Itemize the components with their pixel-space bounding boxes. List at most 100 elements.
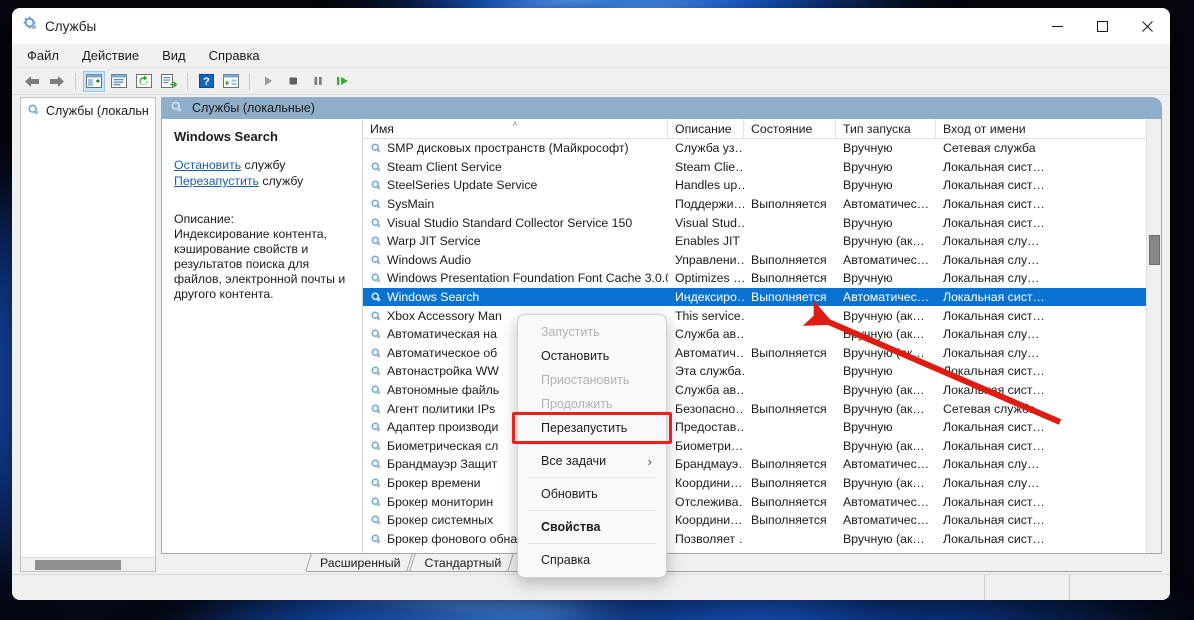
ctx-refresh[interactable]: Обновить [518,482,666,506]
ctx-all-tasks[interactable]: Все задачи [518,449,666,473]
cell-name: SteelSeries Update Service [363,178,668,192]
show-hide-tree-icon[interactable] [83,70,105,92]
table-row[interactable]: Брокер фонового обнаружения DevQuery Позв… [363,529,1161,548]
cell-description: Брандмауэ… [675,457,744,472]
menu-item-label: Остановить [541,349,610,363]
menu-help[interactable]: Справка [206,46,263,65]
table-row[interactable]: Брокер мониторин Отслежива… Выполняется Авт… [363,492,1161,511]
list-scrollbar-thumb[interactable] [1149,235,1160,265]
column-header-0[interactable]: ˄ Имя [363,119,668,138]
service-name-text: Windows Presentation Foundation Font Cac… [387,271,668,286]
service-name-text: Steam Client Service [387,159,502,174]
cell-name: Windows Audio [363,253,668,267]
ctx-stop[interactable]: Остановить [518,344,666,368]
table-row[interactable]: Windows Presentation Foundation Font Cac… [363,269,1161,288]
pane-header: Службы (локальные) [161,97,1162,119]
table-row[interactable]: Брокер времени Координи… Выполняется Вручну… [363,474,1161,493]
menu-action[interactable]: Действие [79,46,142,65]
cell-logon: Локальная сист… [943,513,1045,528]
table-row[interactable]: SMP дисковых пространств (Майкрософт) Слу… [363,139,1161,158]
menu-view[interactable]: Вид [159,46,189,65]
maximize-button[interactable] [1080,8,1125,44]
service-gear-icon [370,477,382,489]
cell-description: Позволяет … [675,531,744,546]
tree-item-services-local[interactable]: Службы (локальн [21,98,155,124]
cell-state: Выполняется [751,345,827,360]
cell-logon: Локальная слу… [943,475,1040,490]
column-header-4[interactable]: Вход от имени [936,119,1161,138]
table-row[interactable]: Windows Audio Управлени… Выполняется Автома… [363,251,1161,270]
stop-service-icon[interactable] [282,71,304,92]
menu-file[interactable]: Файл [24,46,62,65]
table-row[interactable]: Автоматическая на Служба ав… Вручную (ак… Л… [363,325,1161,344]
service-name-text: Биометрическая сл [387,438,499,453]
properties-icon[interactable] [108,71,130,92]
pause-service-icon[interactable] [307,71,329,92]
service-gear-icon [370,179,382,191]
table-row[interactable]: Windows Search Индексиро… Выполняется Автом… [363,287,1161,307]
cell-startup: Автоматичес… [843,197,930,212]
service-gear-icon [370,161,382,173]
tab-standard[interactable]: Стандартный [410,556,512,572]
table-row[interactable]: Автоматическое об Автоматич… Выполняется Вр… [363,344,1161,363]
cell-startup: Вручную [843,420,893,435]
table-row[interactable]: SteelSeries Update Service Handles up… Вру… [363,176,1161,195]
service-name-text: Visual Studio Standard Collector Service… [387,215,633,230]
cell-name: Windows Search [363,290,668,304]
cell-name: Warp JIT Service [363,234,668,248]
column-header-3[interactable]: Тип запуска [836,119,936,138]
restart-service-suffix: службу [258,174,304,188]
cell-startup: Вручную (ак… [843,308,925,323]
ctx-restart[interactable]: Перезапустить [512,412,672,444]
table-row[interactable]: Биометрическая сл Биометри… Вручную (ак… Ло… [363,437,1161,456]
menu-separator [528,444,656,445]
table-row[interactable]: Xbox Accessory Man This service… Вручную (… [363,306,1161,325]
close-button[interactable] [1125,8,1170,44]
show-action-pane-icon[interactable] [220,71,242,92]
column-header-2[interactable]: Состояние [744,119,836,138]
cell-startup: Вручную [843,364,893,379]
table-row[interactable]: Автономные файль Служба ав… Вручную (ак… Ло… [363,381,1161,400]
table-row[interactable]: SysMain Поддержи… Выполняется Автоматичес… Л… [363,195,1161,214]
table-row[interactable]: Автонастройка WW Эта служба… Вручную Локаль… [363,362,1161,381]
help-icon[interactable]: ? [195,71,217,92]
refresh-icon[interactable] [133,71,155,92]
service-name-text: Автоматическая на [387,327,497,342]
cell-description: Эта служба… [675,364,744,379]
service-gear-icon [370,272,382,284]
table-row[interactable]: Агент политики IPs Безопасно… Выполняется В… [363,399,1161,418]
tree-scrollbar-thumb[interactable] [35,560,121,570]
cell-logon: Локальная слу… [943,327,1040,342]
start-service-icon[interactable] [257,71,279,92]
ctx-help[interactable]: Справка [518,548,666,572]
export-list-icon[interactable] [158,71,180,92]
table-row[interactable]: Warp JIT Service Enables JIT … Вручную (ак… [363,232,1161,251]
table-row[interactable]: Steam Client Service Steam Clie… Вручную Ло… [363,158,1161,177]
description-label: Описание: [174,212,234,226]
menu-item-label: Свойства [541,520,601,534]
table-row[interactable]: Адаптер производи Предостав… Вручную Локаль… [363,418,1161,437]
cell-startup: Вручную (ак… [843,401,925,416]
tab-extended[interactable]: Расширенный [306,556,411,572]
cell-logon: Локальная сист… [943,383,1045,398]
table-row[interactable]: Брокер системных Координи… Выполняется Авто… [363,511,1161,530]
minimize-button[interactable] [1035,8,1080,44]
table-row[interactable]: Visual Studio Standard Collector Service… [363,213,1161,232]
restart-service-link[interactable]: Перезапустить [174,174,259,188]
restart-service-icon[interactable] [332,71,354,92]
toolbar: ? [12,68,1170,95]
ctx-properties[interactable]: Свойства [518,515,666,539]
list-vertical-scrollbar[interactable] [1146,119,1161,553]
cell-startup: Вручную [843,159,893,174]
column-header-1[interactable]: Описание [668,119,744,138]
title-bar[interactable]: Службы [12,8,1170,44]
cell-startup: Вручную (ак… [843,383,925,398]
table-row[interactable]: Брандмауэр Защит Брандмауэ… Выполняется Авт… [363,455,1161,474]
tree-horizontal-scrollbar[interactable] [21,557,155,571]
back-arrow-icon[interactable] [21,71,43,92]
stop-service-link[interactable]: Остановить [174,158,241,172]
service-name-text: Автономные файль [387,383,500,398]
cell-description: Optimizes … [675,271,744,286]
cell-logon: Локальная сист… [943,531,1045,546]
forward-arrow-icon[interactable] [46,71,68,92]
